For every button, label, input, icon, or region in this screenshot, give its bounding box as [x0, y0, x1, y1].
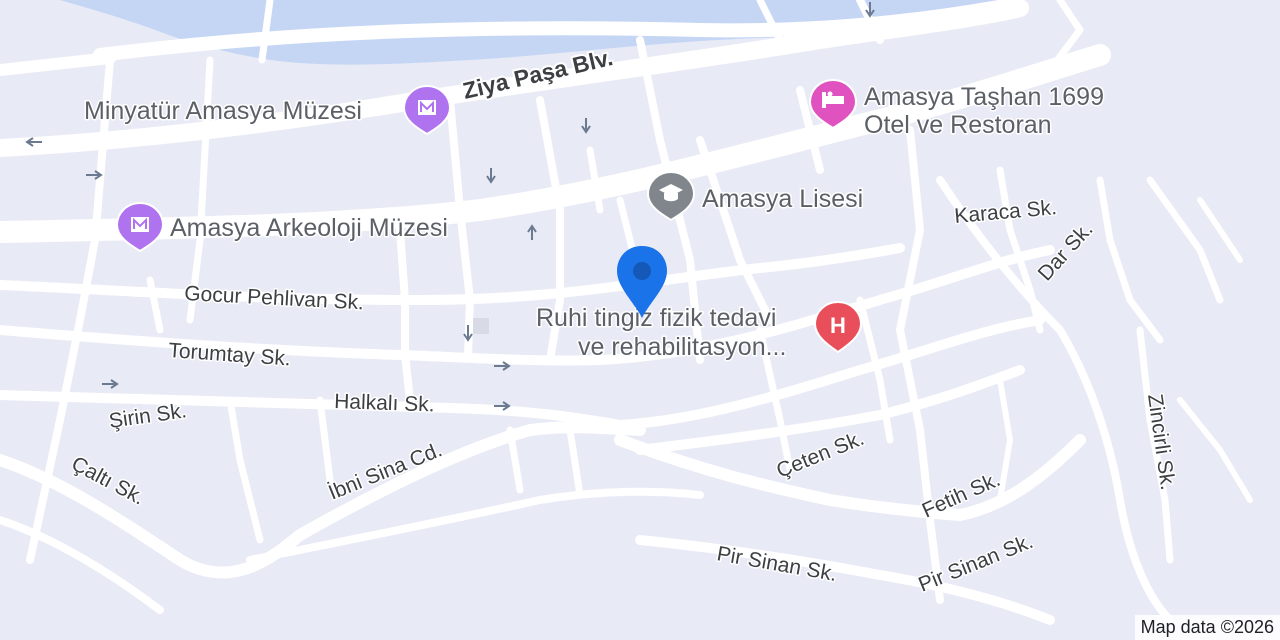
poi-label-line1: Ruhi tingiz fizik tedavi [536, 304, 776, 332]
poi-amasya-lisesi[interactable]: Amasya Lisesi [646, 170, 865, 222]
poi-label-line1: Amasya Taşhan 1699 [864, 83, 1104, 111]
map-svg: Ziya Paşa Blv. Karaca Sk. Dar Sk. Gocur … [0, 0, 1253, 625]
street-label-gocur: Gocur Pehlivan Sk. [184, 282, 365, 314]
map-attribution: Map data ©2026 [1134, 615, 1280, 640]
street-label-karaca: Karaca Sk. [953, 196, 1057, 228]
street-label-halkali: Halkalı Sk. [334, 390, 435, 416]
building-block [473, 318, 489, 334]
street-label-pir-sinan-1: Pir Sinan Sk. [715, 542, 839, 586]
museum-icon [115, 201, 165, 253]
poi-label: Amasya Lisesi [702, 185, 863, 213]
poi-ruhi-tingiz[interactable]: Ruhi tingiz fizik tedavi ve rehabilitasy… [535, 300, 863, 363]
poi-label-line2: ve rehabilitasyon... [578, 333, 786, 361]
school-icon [646, 170, 696, 222]
poi-label: Minyatür Amasya Müzesi [84, 97, 362, 125]
museum-icon [402, 84, 452, 136]
street-label-zincirli: Zincirli Sk. [1143, 392, 1179, 491]
hospital-icon: H [813, 300, 863, 354]
poi-label-line2: Otel ve Restoran [864, 111, 1052, 139]
street-label-torumtay: Torumtay Sk. [168, 339, 292, 370]
map-canvas[interactable]: Ziya Paşa Blv. Karaca Sk. Dar Sk. Gocur … [0, 0, 1280, 640]
svg-text:H: H [830, 313, 846, 338]
poi-label: Amasya Arkeoloji Müzesi [170, 214, 448, 242]
street-label-sirin: Şirin Sk. [107, 399, 188, 433]
